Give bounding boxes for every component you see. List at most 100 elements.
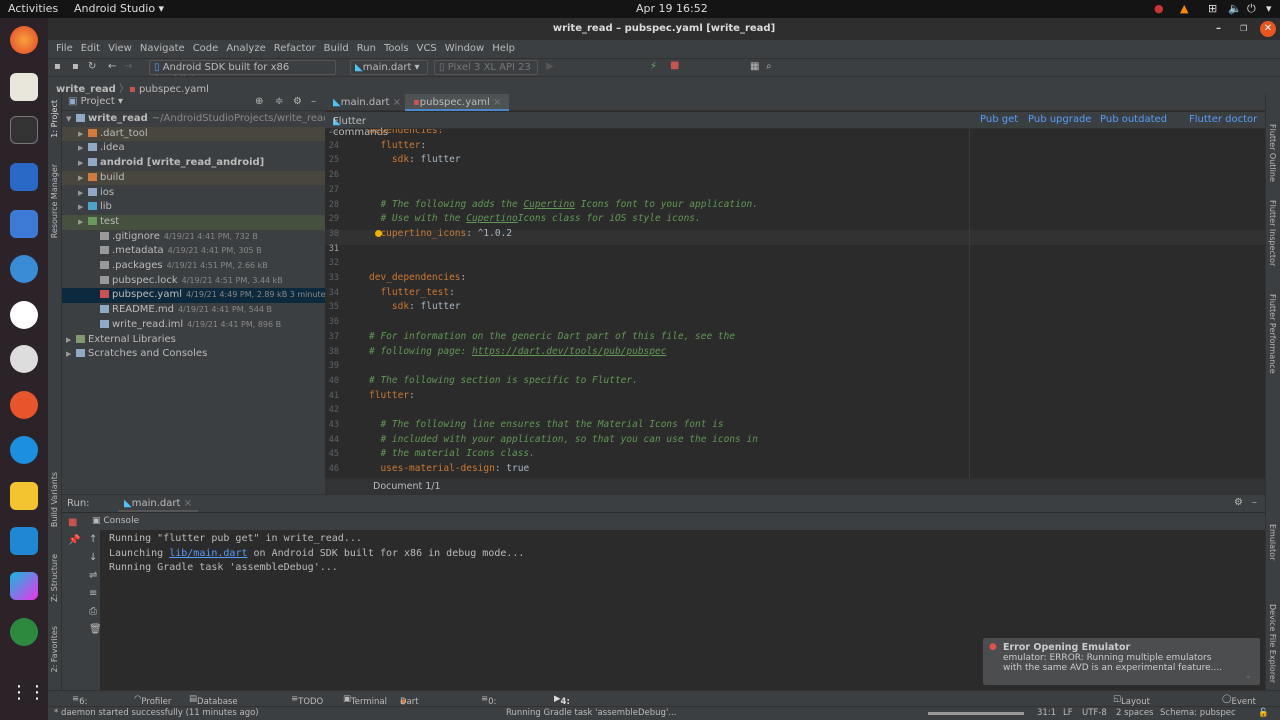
tool-profiler[interactable]: ◠ Profiler — [134, 694, 171, 707]
stop-icon[interactable]: ■ — [68, 517, 77, 528]
tool-project[interactable]: 1: Project — [50, 100, 59, 138]
menu-vcs[interactable]: VCS — [413, 40, 441, 58]
encoding[interactable]: UTF-8 — [1082, 708, 1107, 718]
stop-icon[interactable]: ■ — [670, 60, 679, 71]
collapse-icon[interactable]: ≑ — [275, 96, 283, 107]
emulator-select[interactable]: ▯ Pixel 3 XL API 23 ▾ — [434, 60, 538, 86]
pub-get-link[interactable]: Pub get — [980, 114, 1018, 125]
gear-icon[interactable]: ⚙ — [293, 96, 302, 107]
menu-code[interactable]: Code — [189, 40, 223, 58]
power-icon[interactable]: ⏻ — [1247, 2, 1256, 16]
background-task[interactable]: Running Gradle task 'assembleDebug'... — [506, 708, 676, 718]
expand-icon[interactable]: ⌄ — [1244, 671, 1252, 681]
run-icon[interactable]: ▶ — [546, 61, 554, 72]
device-config-select[interactable]: ▯ Android SDK built for x86 (mobile) ▾ — [149, 60, 336, 86]
code-area[interactable]: 23 dependencies: 24 flutter: 25 sdk: flutte… — [325, 129, 1265, 478]
attach-icon[interactable]: ⚡ — [650, 61, 657, 72]
tree-item[interactable]: pubspec.lock 4/19/21 4:51 PM, 3.44 kB — [62, 274, 325, 289]
tool-resource-manager[interactable]: Resource Manager — [50, 164, 59, 238]
minimize-button[interactable]: – — [1216, 18, 1221, 40]
tree-item[interactable]: ▶ .idea — [62, 141, 325, 156]
project-view-select[interactable]: Project — [81, 96, 115, 107]
webstorm-icon[interactable] — [10, 572, 38, 600]
calendar-icon[interactable] — [10, 210, 38, 238]
close-button[interactable]: ✕ — [1260, 21, 1276, 37]
menu-analyze[interactable]: Analyze — [222, 40, 269, 58]
tool-event-log[interactable]: ◯ Event Log — [1222, 694, 1256, 717]
expand-arrow-icon[interactable]: ▶ — [78, 186, 88, 201]
tree-item[interactable]: ▶ build — [62, 170, 325, 186]
tree-item[interactable]: ▶ android [write_read_android] — [62, 156, 325, 171]
tool-terminal[interactable]: ▣ Terminal — [343, 694, 387, 707]
menu-build[interactable]: Build — [320, 40, 353, 58]
gear-icon[interactable]: ⚙ — [1234, 497, 1243, 508]
schema[interactable]: Schema: pubspec — [1160, 708, 1236, 718]
activities-button[interactable]: Activities — [8, 2, 58, 15]
tool-flutter-outline[interactable]: Flutter Outline — [1268, 124, 1277, 182]
menu-refactor[interactable]: Refactor — [270, 40, 320, 58]
caret-position[interactable]: 31:1 — [1037, 708, 1056, 718]
tab-pubspec-yaml[interactable]: ▪pubspec.yaml × — [405, 94, 510, 111]
files-icon[interactable] — [10, 73, 38, 101]
writer-icon[interactable] — [10, 163, 38, 191]
tool-logcat[interactable]: ≡ 6: Logcat — [72, 694, 108, 717]
menu-window[interactable]: Window — [441, 40, 488, 58]
expand-arrow-icon[interactable]: ▶ — [78, 171, 88, 186]
menu-file[interactable]: File — [52, 40, 77, 58]
volume-icon[interactable]: 🔈 — [1228, 2, 1242, 15]
tool-flutter-performance[interactable]: Flutter Performance — [1268, 294, 1277, 374]
pub-outdated-link[interactable]: Pub outdated — [1100, 114, 1167, 125]
chrome-icon[interactable] — [10, 618, 38, 646]
trash-icon[interactable]: 🗑 — [89, 624, 102, 635]
hide-icon[interactable]: – — [311, 96, 316, 107]
firefox-icon[interactable] — [10, 26, 38, 54]
tree-item[interactable]: ▶ ios — [62, 186, 325, 201]
network-icon[interactable]: ⊞ — [1208, 2, 1217, 15]
flutter-doctor-link[interactable]: Flutter doctor — [1189, 114, 1257, 125]
back-icon[interactable]: ← — [108, 61, 116, 72]
tree-item[interactable]: ▶ lib — [62, 200, 325, 215]
print-icon[interactable]: ⎙ — [89, 606, 97, 617]
pin-icon[interactable]: 📌 — [68, 535, 80, 546]
expand-arrow-icon[interactable]: ▶ — [66, 333, 76, 348]
tree-item[interactable]: README.md 4/19/21 4:41 PM, 544 B — [62, 303, 325, 318]
tree-item[interactable]: .gitignore 4/19/21 4:41 PM, 732 B — [62, 230, 325, 245]
tree-item[interactable]: .packages 4/19/21 4:51 PM, 2.66 kB — [62, 259, 325, 274]
tool-device-file-explorer[interactable]: Device File Explorer — [1268, 604, 1277, 683]
pub-upgrade-link[interactable]: Pub upgrade — [1028, 114, 1092, 125]
expand-arrow-icon[interactable]: ▼ — [66, 112, 76, 127]
tree-item[interactable]: pubspec.yaml 4/19/21 4:49 PM, 2.89 kB 3 m… — [62, 288, 347, 304]
structure-icon[interactable]: ▦ — [750, 61, 759, 72]
menu-tools[interactable]: Tools — [380, 40, 413, 58]
indent[interactable]: 2 spaces — [1116, 708, 1153, 718]
expand-arrow-icon[interactable]: ▶ — [78, 200, 88, 215]
menu-navigate[interactable]: Navigate — [136, 40, 189, 58]
forward-icon[interactable]: → — [124, 61, 132, 72]
down-icon[interactable]: ↓ — [89, 552, 97, 563]
tool-flutter-inspector[interactable]: Flutter Inspector — [1268, 200, 1277, 266]
vlc-icon[interactable]: ▲ — [1180, 2, 1188, 15]
tree-item[interactable]: ▶ .dart_tool — [62, 126, 325, 142]
soft-wrap-icon[interactable]: ⇌ — [89, 570, 97, 581]
tree-item[interactable]: ▶ External Libraries — [62, 333, 325, 348]
record-icon[interactable]: ● — [1154, 2, 1164, 15]
menu-run[interactable]: Run — [353, 40, 380, 58]
tool-layout-inspector[interactable]: ◱ Layout Inspector — [1113, 694, 1161, 717]
chevron-down-icon[interactable]: ▾ — [1266, 2, 1272, 15]
tool-structure[interactable]: Z: Structure — [50, 554, 59, 602]
tree-item[interactable]: ▼ write_read ~/AndroidStudioProjects/write… — [62, 112, 330, 127]
menu-edit[interactable]: Edit — [77, 40, 104, 58]
tool-database-inspector[interactable]: ▤ Database Inspector — [189, 694, 238, 717]
open-icon[interactable]: ▪ — [54, 61, 61, 72]
scroll-end-icon[interactable]: ≡ — [89, 588, 97, 599]
expand-arrow-icon[interactable]: ▶ — [78, 156, 88, 171]
sync-icon[interactable]: ↻ — [88, 61, 96, 72]
tree-item[interactable]: ▶ test — [62, 214, 325, 230]
slack-icon[interactable] — [10, 301, 38, 329]
tool-messages[interactable]: ≡ 0: Messages — [481, 694, 530, 717]
tree-item[interactable]: .metadata 4/19/21 4:41 PM, 305 B — [62, 244, 325, 259]
settings-icon[interactable] — [10, 345, 38, 373]
tool-favorites[interactable]: 2: Favorites — [50, 626, 59, 672]
tool-emulator[interactable]: Emulator — [1268, 524, 1277, 560]
lock-icon[interactable]: 🔓 — [1258, 708, 1269, 718]
